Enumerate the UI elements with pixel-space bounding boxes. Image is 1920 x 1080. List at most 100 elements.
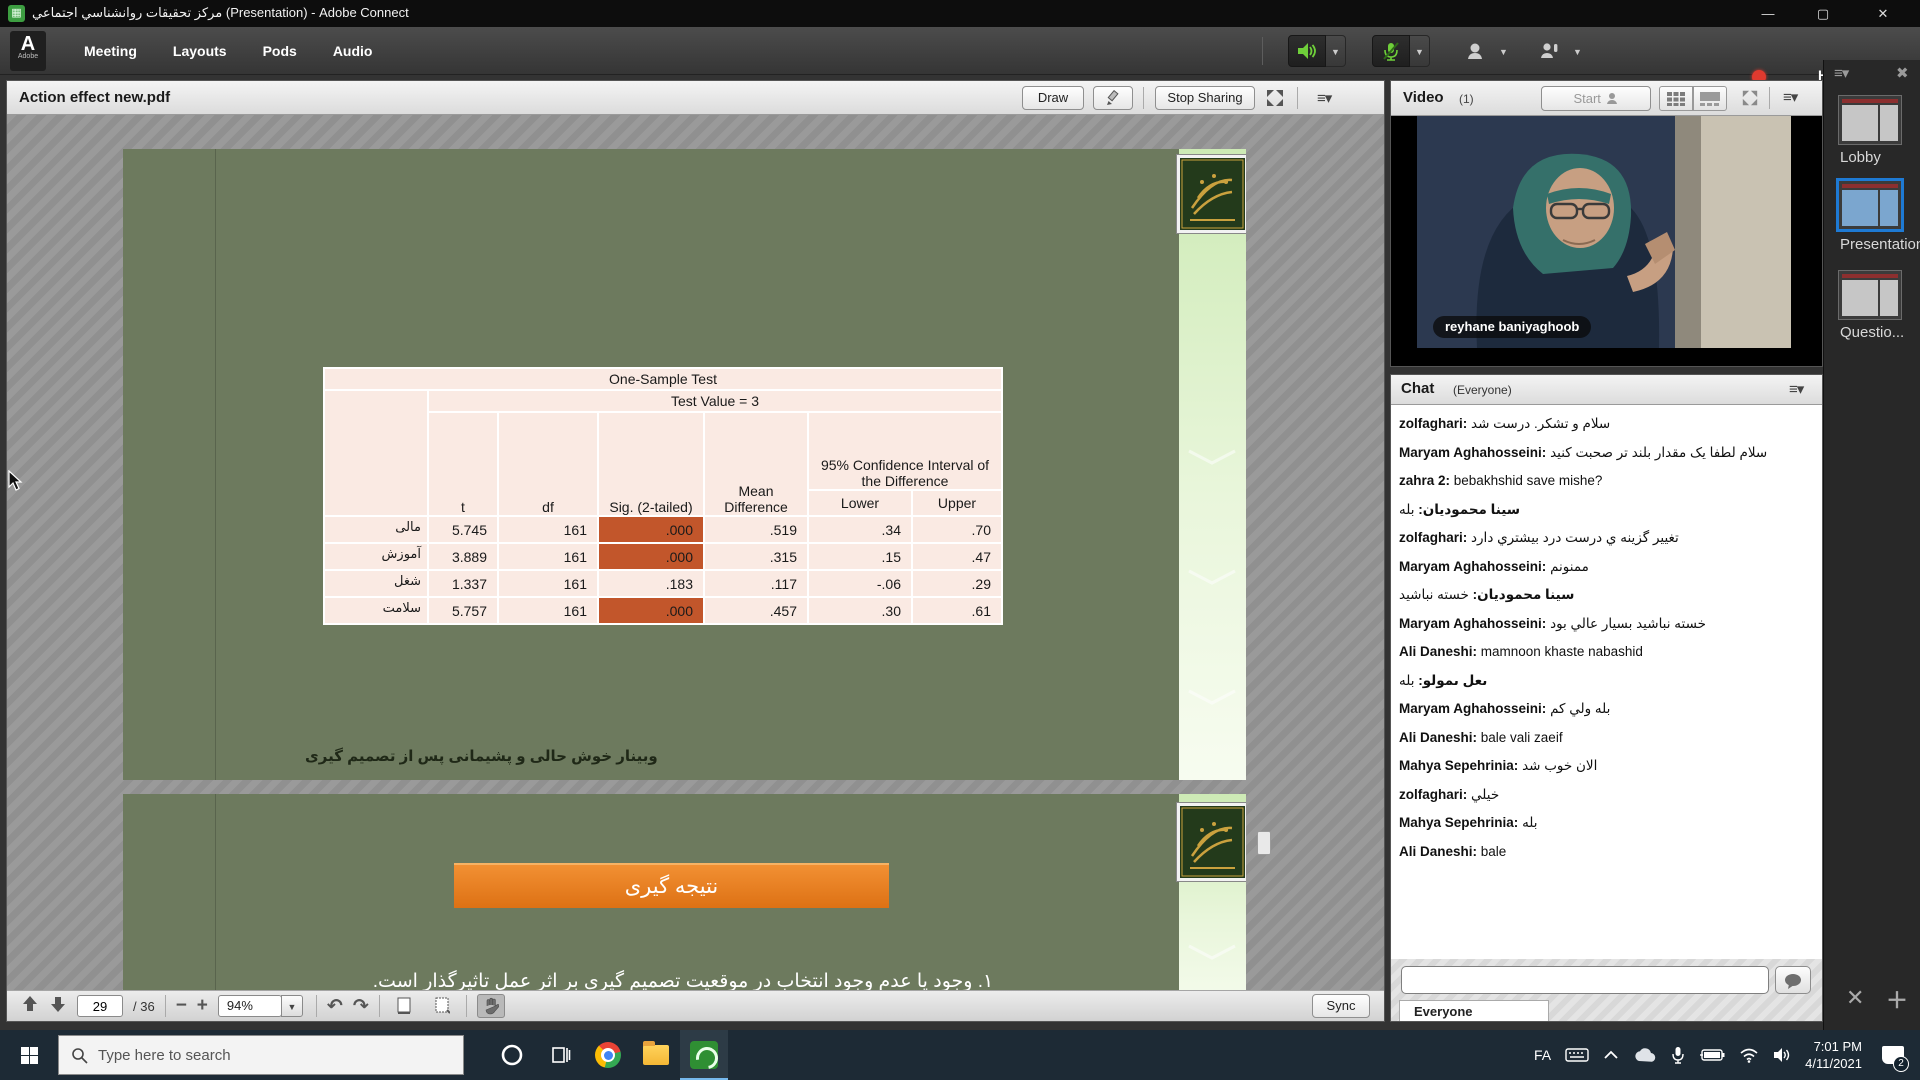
presentation-scrollbar-thumb[interactable] bbox=[1257, 831, 1271, 855]
col-header-ci: 95% Confidence Interval of the Differenc… bbox=[808, 412, 1002, 490]
layout-thumbnail-questio[interactable] bbox=[1838, 270, 1902, 320]
chat-message-sender: سينا محموديان: bbox=[1473, 587, 1575, 602]
webcam-dropdown[interactable]: ▼ bbox=[1494, 35, 1514, 67]
pan-tool-button[interactable] bbox=[477, 994, 505, 1018]
layout-label[interactable]: Questio... bbox=[1840, 324, 1904, 341]
pencil-tool-button[interactable] bbox=[1093, 86, 1133, 110]
menu-item-pods[interactable]: Pods bbox=[245, 27, 315, 75]
fullscreen-icon[interactable] bbox=[1265, 88, 1285, 113]
menu-bar: AAdobe MeetingLayoutsPodsAudio ▼ ▼ ▼ ▼ bbox=[0, 27, 1920, 75]
chat-message: Ali Daneshi: bale bbox=[1399, 843, 1814, 861]
video-count: (1) bbox=[1459, 92, 1474, 106]
microphone-muted-icon[interactable] bbox=[1372, 35, 1410, 67]
chrome-icon[interactable] bbox=[584, 1030, 632, 1080]
maximize-button[interactable]: ▢ bbox=[1800, 0, 1846, 27]
cell-upper: .61 bbox=[912, 597, 1002, 624]
chat-tab-everyone[interactable]: Everyone bbox=[1399, 1000, 1549, 1021]
nav-separator bbox=[379, 995, 380, 1017]
next-slide-button[interactable] bbox=[49, 995, 67, 1018]
share-pod-menu-icon[interactable]: ≡▾ bbox=[1317, 89, 1331, 107]
fit-width-button[interactable] bbox=[390, 994, 418, 1018]
status-dropdown[interactable]: ▼ bbox=[1568, 35, 1588, 67]
cell-upper: .29 bbox=[912, 570, 1002, 597]
adobe-logo[interactable]: AAdobe bbox=[10, 31, 46, 71]
start-button[interactable] bbox=[0, 1030, 58, 1080]
zoom-level-select[interactable]: 94%▼ bbox=[218, 995, 282, 1017]
fit-page-button[interactable] bbox=[428, 994, 456, 1018]
filmstrip-view-toggle[interactable] bbox=[1693, 86, 1727, 111]
page-number-input[interactable] bbox=[77, 995, 123, 1017]
volume-icon[interactable] bbox=[1773, 1047, 1791, 1063]
microphone-tray-icon[interactable] bbox=[1671, 1046, 1685, 1064]
wifi-icon[interactable] bbox=[1739, 1048, 1759, 1063]
chat-message-sender: Maryam Aghahosseini: bbox=[1399, 616, 1546, 631]
tray-expand-icon[interactable] bbox=[1603, 1050, 1619, 1060]
speaker-dropdown[interactable]: ▼ bbox=[1326, 35, 1346, 67]
redo-button[interactable]: ↷ bbox=[353, 995, 369, 1018]
cell-upper: .70 bbox=[912, 516, 1002, 543]
cell-mean-difference: .117 bbox=[704, 570, 808, 597]
zoom-in-button[interactable]: + bbox=[197, 995, 208, 1017]
menu-separator bbox=[1262, 37, 1263, 65]
layouts-menu-icon[interactable]: ≡▾ bbox=[1834, 64, 1848, 82]
grid-view-toggle[interactable] bbox=[1659, 86, 1693, 111]
chat-send-bubble-button[interactable] bbox=[1775, 966, 1811, 994]
chat-input[interactable] bbox=[1401, 966, 1769, 994]
cortana-icon[interactable] bbox=[488, 1030, 536, 1080]
window-title: مركز تحقيقات روانشناسي اجتماعي (Presenta… bbox=[32, 5, 409, 21]
undo-button[interactable]: ↶ bbox=[327, 995, 343, 1018]
file-explorer-icon[interactable] bbox=[632, 1030, 680, 1080]
chat-message: zolfaghari: سلام و تشكر. درست شد bbox=[1399, 415, 1814, 433]
keyboard-icon[interactable] bbox=[1565, 1047, 1589, 1063]
battery-icon[interactable] bbox=[1699, 1048, 1725, 1062]
chat-message: سينا محموديان: خسته نباشيد bbox=[1399, 586, 1814, 604]
adobe-connect-taskbar-icon[interactable] bbox=[680, 1030, 728, 1080]
cell-t: 3.889 bbox=[428, 543, 498, 570]
menu-items: MeetingLayoutsPodsAudio bbox=[66, 27, 390, 75]
webcam-icon[interactable] bbox=[1456, 35, 1494, 67]
page-total: / 36 bbox=[133, 999, 155, 1014]
taskbar-search[interactable]: Type here to search bbox=[58, 1035, 464, 1075]
sync-button[interactable]: Sync bbox=[1312, 994, 1370, 1018]
task-view-icon[interactable] bbox=[536, 1030, 584, 1080]
speaker-icon[interactable] bbox=[1288, 35, 1326, 67]
layouts-close-icon[interactable]: ✖ bbox=[1896, 64, 1909, 82]
chat-message-sender: Mahya Sepehrinia: bbox=[1399, 815, 1518, 830]
cell-lower: -.06 bbox=[808, 570, 912, 597]
draw-button[interactable]: Draw bbox=[1022, 86, 1084, 110]
previous-slide-button[interactable] bbox=[21, 995, 39, 1018]
layout-label[interactable]: Lobby bbox=[1840, 149, 1881, 166]
start-webcam-button[interactable]: Start bbox=[1541, 86, 1651, 111]
chat-message-sender: Mahya Sepehrinia: bbox=[1399, 758, 1518, 773]
layout-thumbnail-presentation[interactable] bbox=[1836, 178, 1904, 232]
zoom-out-button[interactable]: − bbox=[176, 995, 187, 1017]
notification-center-icon[interactable]: 2 bbox=[1876, 1030, 1910, 1080]
menu-item-audio[interactable]: Audio bbox=[315, 27, 391, 75]
layout-label[interactable]: Presentation bbox=[1840, 236, 1920, 253]
cell-mean-difference: .315 bbox=[704, 543, 808, 570]
zoom-dropdown-arrow[interactable]: ▼ bbox=[281, 995, 303, 1017]
onedrive-icon[interactable] bbox=[1633, 1048, 1657, 1063]
menu-item-layouts[interactable]: Layouts bbox=[155, 27, 245, 75]
microphone-dropdown[interactable]: ▼ bbox=[1410, 35, 1430, 67]
video-fullscreen-icon[interactable] bbox=[1741, 89, 1759, 112]
layout-thumbnail-lobby[interactable] bbox=[1838, 95, 1902, 145]
video-pod-menu-icon[interactable]: ≡▾ bbox=[1783, 88, 1797, 106]
raise-hand-icon[interactable] bbox=[1530, 35, 1568, 67]
university-logo bbox=[1177, 155, 1246, 233]
taskbar-clock[interactable]: 7:01 PM 4/11/2021 bbox=[1805, 1038, 1862, 1072]
cell-t: 1.337 bbox=[428, 570, 498, 597]
row-label: آموزش bbox=[324, 543, 428, 570]
chat-pod-menu-icon[interactable]: ≡▾ bbox=[1789, 380, 1803, 398]
chat-message-sender: Maryam Aghahosseini: bbox=[1399, 701, 1546, 716]
menu-item-meeting[interactable]: Meeting bbox=[66, 27, 155, 75]
stop-sharing-button[interactable]: Stop Sharing bbox=[1155, 86, 1255, 110]
language-indicator[interactable]: FA bbox=[1534, 1047, 1551, 1063]
close-button[interactable]: ✕ bbox=[1860, 0, 1906, 27]
add-layout-icon[interactable]: ＋ bbox=[1886, 983, 1908, 1015]
university-logo bbox=[1177, 803, 1246, 881]
chat-message-list[interactable]: zolfaghari: سلام و تشكر. درست شد Maryam A… bbox=[1391, 405, 1822, 959]
one-sample-test-table: One-Sample Test Test Value = 3 t df Sig.… bbox=[323, 367, 1003, 625]
minimize-button[interactable]: — bbox=[1745, 0, 1791, 27]
tools-icon[interactable]: ✕ bbox=[1846, 985, 1864, 1011]
